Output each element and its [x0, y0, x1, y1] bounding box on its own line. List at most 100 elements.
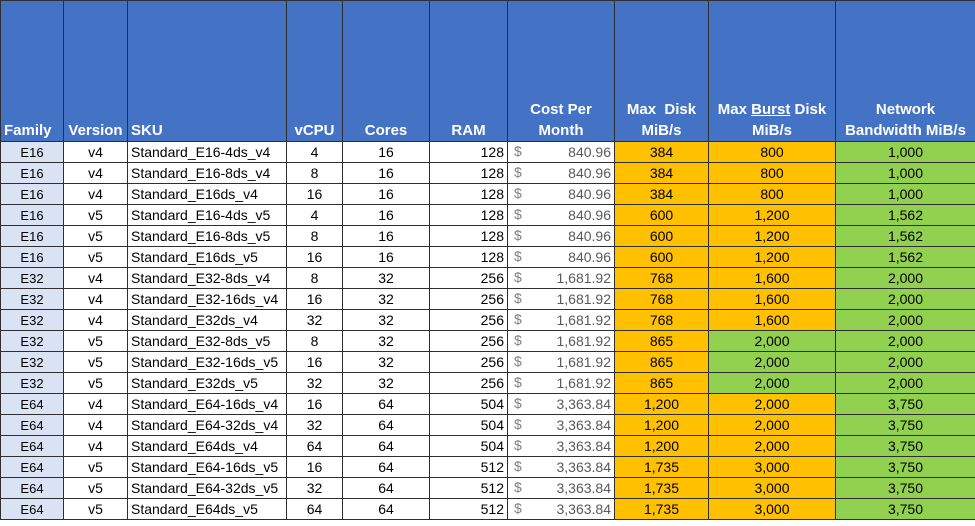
- sku-cell[interactable]: Standard_E32-16ds_v5: [127, 351, 287, 373]
- cores-cell[interactable]: 64: [342, 393, 430, 415]
- cores-cell[interactable]: 64: [342, 498, 430, 520]
- network-bandwidth-cell[interactable]: 3,750: [835, 477, 975, 499]
- header-max-burst-disk[interactable]: Max Burst Disk MiB/s: [708, 0, 836, 142]
- cores-cell[interactable]: 16: [342, 204, 430, 226]
- cost-cell[interactable]: $1,681.92: [507, 330, 615, 352]
- max-disk-cell[interactable]: 865: [614, 351, 709, 373]
- cores-cell[interactable]: 16: [342, 225, 430, 247]
- network-bandwidth-cell[interactable]: 1,000: [835, 183, 975, 205]
- max-burst-disk-cell[interactable]: 1,600: [708, 267, 836, 289]
- cores-cell[interactable]: 64: [342, 456, 430, 478]
- max-burst-disk-cell[interactable]: 1,600: [708, 309, 836, 331]
- vcpu-cell[interactable]: 16: [286, 183, 343, 205]
- sku-cell[interactable]: Standard_E32ds_v5: [127, 372, 287, 394]
- vcpu-cell[interactable]: 8: [286, 162, 343, 184]
- cores-cell[interactable]: 32: [342, 267, 430, 289]
- ram-cell[interactable]: 256: [429, 309, 508, 331]
- cores-cell[interactable]: 32: [342, 351, 430, 373]
- family-cell[interactable]: E64: [0, 477, 64, 499]
- network-bandwidth-cell[interactable]: 2,000: [835, 309, 975, 331]
- network-bandwidth-cell[interactable]: 1,562: [835, 204, 975, 226]
- sku-cell[interactable]: Standard_E64-16ds_v4: [127, 393, 287, 415]
- max-disk-cell[interactable]: 1,200: [614, 435, 709, 457]
- cost-cell[interactable]: $1,681.92: [507, 372, 615, 394]
- max-disk-cell[interactable]: 384: [614, 183, 709, 205]
- ram-cell[interactable]: 504: [429, 414, 508, 436]
- max-disk-cell[interactable]: 1,735: [614, 456, 709, 478]
- network-bandwidth-cell[interactable]: 3,750: [835, 498, 975, 520]
- version-cell[interactable]: v4: [63, 141, 128, 163]
- family-cell[interactable]: E32: [0, 309, 64, 331]
- sku-cell[interactable]: Standard_E64ds_v4: [127, 435, 287, 457]
- family-cell[interactable]: E32: [0, 267, 64, 289]
- ram-cell[interactable]: 256: [429, 288, 508, 310]
- max-burst-disk-cell[interactable]: 2,000: [708, 330, 836, 352]
- family-cell[interactable]: E64: [0, 456, 64, 478]
- cores-cell[interactable]: 64: [342, 414, 430, 436]
- max-disk-cell[interactable]: 1,200: [614, 393, 709, 415]
- cost-cell[interactable]: $3,363.84: [507, 456, 615, 478]
- version-cell[interactable]: v5: [63, 225, 128, 247]
- header-cost-per-month[interactable]: Cost Per Month: [507, 0, 615, 142]
- header-cores[interactable]: Cores: [342, 0, 430, 142]
- cores-cell[interactable]: 64: [342, 435, 430, 457]
- cost-cell[interactable]: $3,363.84: [507, 477, 615, 499]
- sku-cell[interactable]: Standard_E64-32ds_v4: [127, 414, 287, 436]
- network-bandwidth-cell[interactable]: 3,750: [835, 393, 975, 415]
- sku-cell[interactable]: Standard_E16-4ds_v4: [127, 141, 287, 163]
- ram-cell[interactable]: 256: [429, 330, 508, 352]
- header-sku[interactable]: SKU: [127, 0, 287, 142]
- vcpu-cell[interactable]: 64: [286, 435, 343, 457]
- max-burst-disk-cell[interactable]: 800: [708, 183, 836, 205]
- family-cell[interactable]: E16: [0, 246, 64, 268]
- vcpu-cell[interactable]: 4: [286, 141, 343, 163]
- vcpu-cell[interactable]: 16: [286, 456, 343, 478]
- max-disk-cell[interactable]: 600: [614, 225, 709, 247]
- family-cell[interactable]: E64: [0, 498, 64, 520]
- vcpu-cell[interactable]: 64: [286, 498, 343, 520]
- vcpu-cell[interactable]: 16: [286, 288, 343, 310]
- network-bandwidth-cell[interactable]: 1,000: [835, 162, 975, 184]
- max-burst-disk-cell[interactable]: 1,600: [708, 288, 836, 310]
- max-disk-cell[interactable]: 865: [614, 372, 709, 394]
- vcpu-cell[interactable]: 4: [286, 204, 343, 226]
- version-cell[interactable]: v4: [63, 183, 128, 205]
- cost-cell[interactable]: $3,363.84: [507, 393, 615, 415]
- version-cell[interactable]: v5: [63, 204, 128, 226]
- version-cell[interactable]: v4: [63, 393, 128, 415]
- version-cell[interactable]: v4: [63, 309, 128, 331]
- cost-cell[interactable]: $840.96: [507, 162, 615, 184]
- sku-cell[interactable]: Standard_E16ds_v4: [127, 183, 287, 205]
- max-disk-cell[interactable]: 865: [614, 330, 709, 352]
- family-cell[interactable]: E16: [0, 225, 64, 247]
- ram-cell[interactable]: 504: [429, 435, 508, 457]
- vcpu-cell[interactable]: 16: [286, 246, 343, 268]
- version-cell[interactable]: v4: [63, 435, 128, 457]
- max-burst-disk-cell[interactable]: 3,000: [708, 456, 836, 478]
- family-cell[interactable]: E32: [0, 330, 64, 352]
- version-cell[interactable]: v5: [63, 456, 128, 478]
- max-disk-cell[interactable]: 384: [614, 162, 709, 184]
- network-bandwidth-cell[interactable]: 2,000: [835, 351, 975, 373]
- family-cell[interactable]: E16: [0, 162, 64, 184]
- sku-cell[interactable]: Standard_E32ds_v4: [127, 309, 287, 331]
- vcpu-cell[interactable]: 32: [286, 309, 343, 331]
- max-burst-disk-cell[interactable]: 2,000: [708, 435, 836, 457]
- version-cell[interactable]: v5: [63, 477, 128, 499]
- version-cell[interactable]: v5: [63, 498, 128, 520]
- ram-cell[interactable]: 128: [429, 246, 508, 268]
- vcpu-cell[interactable]: 8: [286, 267, 343, 289]
- sku-cell[interactable]: Standard_E32-8ds_v4: [127, 267, 287, 289]
- header-max-disk[interactable]: Max Disk MiB/s: [614, 0, 709, 142]
- sku-cell[interactable]: Standard_E32-8ds_v5: [127, 330, 287, 352]
- version-cell[interactable]: v5: [63, 372, 128, 394]
- cost-cell[interactable]: $1,681.92: [507, 309, 615, 331]
- cores-cell[interactable]: 16: [342, 246, 430, 268]
- max-burst-disk-cell[interactable]: 2,000: [708, 372, 836, 394]
- family-cell[interactable]: E32: [0, 372, 64, 394]
- network-bandwidth-cell[interactable]: 1,562: [835, 225, 975, 247]
- cost-cell[interactable]: $1,681.92: [507, 351, 615, 373]
- header-vcpu[interactable]: vCPU: [286, 0, 343, 142]
- vcpu-cell[interactable]: 16: [286, 351, 343, 373]
- ram-cell[interactable]: 128: [429, 183, 508, 205]
